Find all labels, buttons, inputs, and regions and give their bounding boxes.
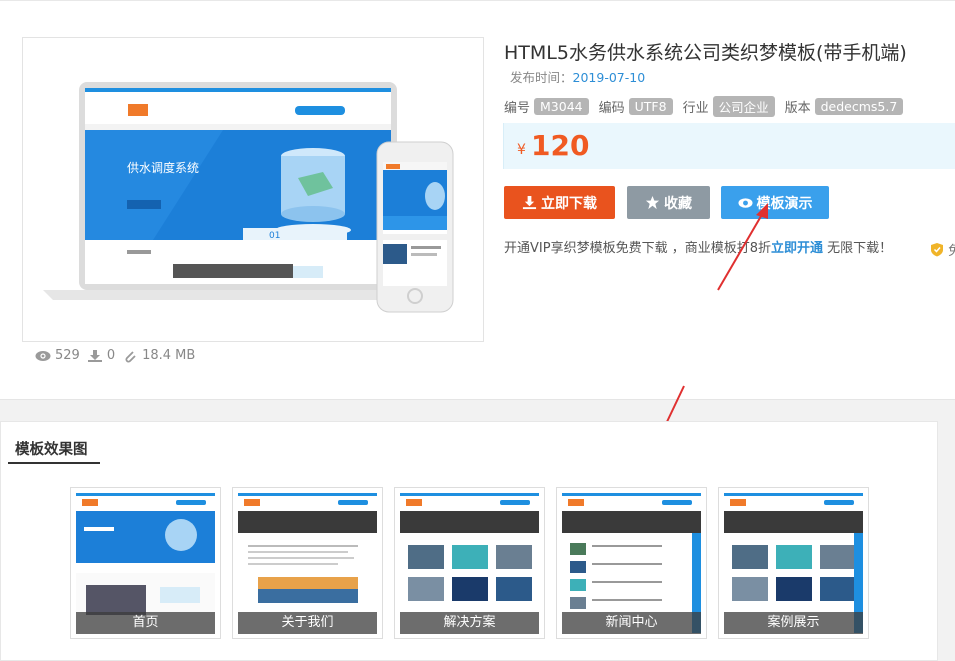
stats-row: 529 0 18.4 MB [35, 348, 195, 363]
preview-illustration: 供水调度系统 01 [43, 82, 454, 313]
downloads-count: 0 [106, 348, 116, 363]
thumb-label: 首页 [76, 612, 215, 634]
gallery-thumb-home[interactable]: 首页 [70, 487, 221, 639]
download-icon [87, 349, 102, 362]
vip-promo: 开通VIP享织梦模板免费下载 ，商业模板打8折立即开通 无限下载！ [504, 237, 892, 256]
publish-date-label: 发布时间： [510, 70, 573, 85]
annotation-arrow-icon [717, 203, 768, 291]
product-title: HTML5水务供水系统公司类织梦模板(带手机端) [504, 42, 907, 64]
thumb-label: 关于我们 [238, 612, 377, 634]
gallery-title: 模板效果图 [15, 442, 88, 458]
meta-key-version: 版本 [784, 101, 811, 116]
meta-key-encoding: 编码 [598, 101, 625, 116]
favorite-button-label: 收藏 [664, 195, 692, 212]
file-size: 18.4 MB [142, 348, 196, 363]
gallery-title-underline [8, 462, 100, 464]
thumb-label: 新闻中心 [562, 612, 701, 634]
divider [0, 0, 955, 1]
download-button-label: 立即下载 [541, 195, 597, 212]
meta-row: 编号 M3044 编码 UTF8 行业 公司企业 版本 dedecms5.7 [504, 96, 913, 117]
views-count: 529 [55, 348, 80, 363]
gallery-section: 模板效果图 首页 关于我们 解决方案 新闻中心 案例展示 [0, 421, 938, 661]
price: 120 [531, 129, 590, 162]
eye-icon [35, 350, 51, 361]
favorite-button[interactable]: 收藏 [627, 186, 710, 219]
download-icon [522, 195, 537, 210]
meta-key-id: 编号 [504, 101, 531, 116]
thumb-label: 案例展示 [724, 612, 863, 634]
shield-icon [931, 243, 943, 257]
currency-symbol: ¥ [517, 142, 526, 158]
meta-tag-encoding: UTF8 [628, 98, 673, 115]
preview-hero-text: 供水调度系统 [127, 160, 199, 175]
guarantee-text: 免 [948, 244, 955, 259]
gallery-thumb-solutions[interactable]: 解决方案 [394, 487, 545, 639]
product-card: 供水调度系统 01 529 0 18.4 MB HTML5水务供水系统公司类织梦… [0, 0, 955, 400]
meta-tag-id: M3044 [534, 98, 589, 115]
template-preview-image[interactable]: 供水调度系统 01 [22, 37, 484, 342]
meta-tag-version: dedecms5.7 [814, 98, 904, 115]
price-bar: ¥ 120 [503, 123, 955, 169]
paperclip-icon [125, 350, 136, 362]
meta-key-industry: 行业 [682, 101, 709, 116]
meta-tag-industry[interactable]: 公司企业 [712, 96, 775, 117]
gallery-thumb-about[interactable]: 关于我们 [232, 487, 383, 639]
publish-date-value: 2019-07-10 [572, 70, 646, 85]
gallery-thumb-news[interactable]: 新闻中心 [556, 487, 707, 639]
download-button[interactable]: 立即下载 [504, 186, 615, 219]
guarantee-badge: 免 [930, 240, 955, 259]
vip-promo-suffix: 无限下载！ [823, 241, 893, 256]
publish-date: 发布时间：2019-07-10 [510, 67, 645, 86]
svg-text:01: 01 [269, 231, 280, 241]
star-icon [645, 195, 660, 210]
thumb-label: 解决方案 [400, 612, 539, 634]
gallery-thumb-cases[interactable]: 案例展示 [718, 487, 869, 639]
